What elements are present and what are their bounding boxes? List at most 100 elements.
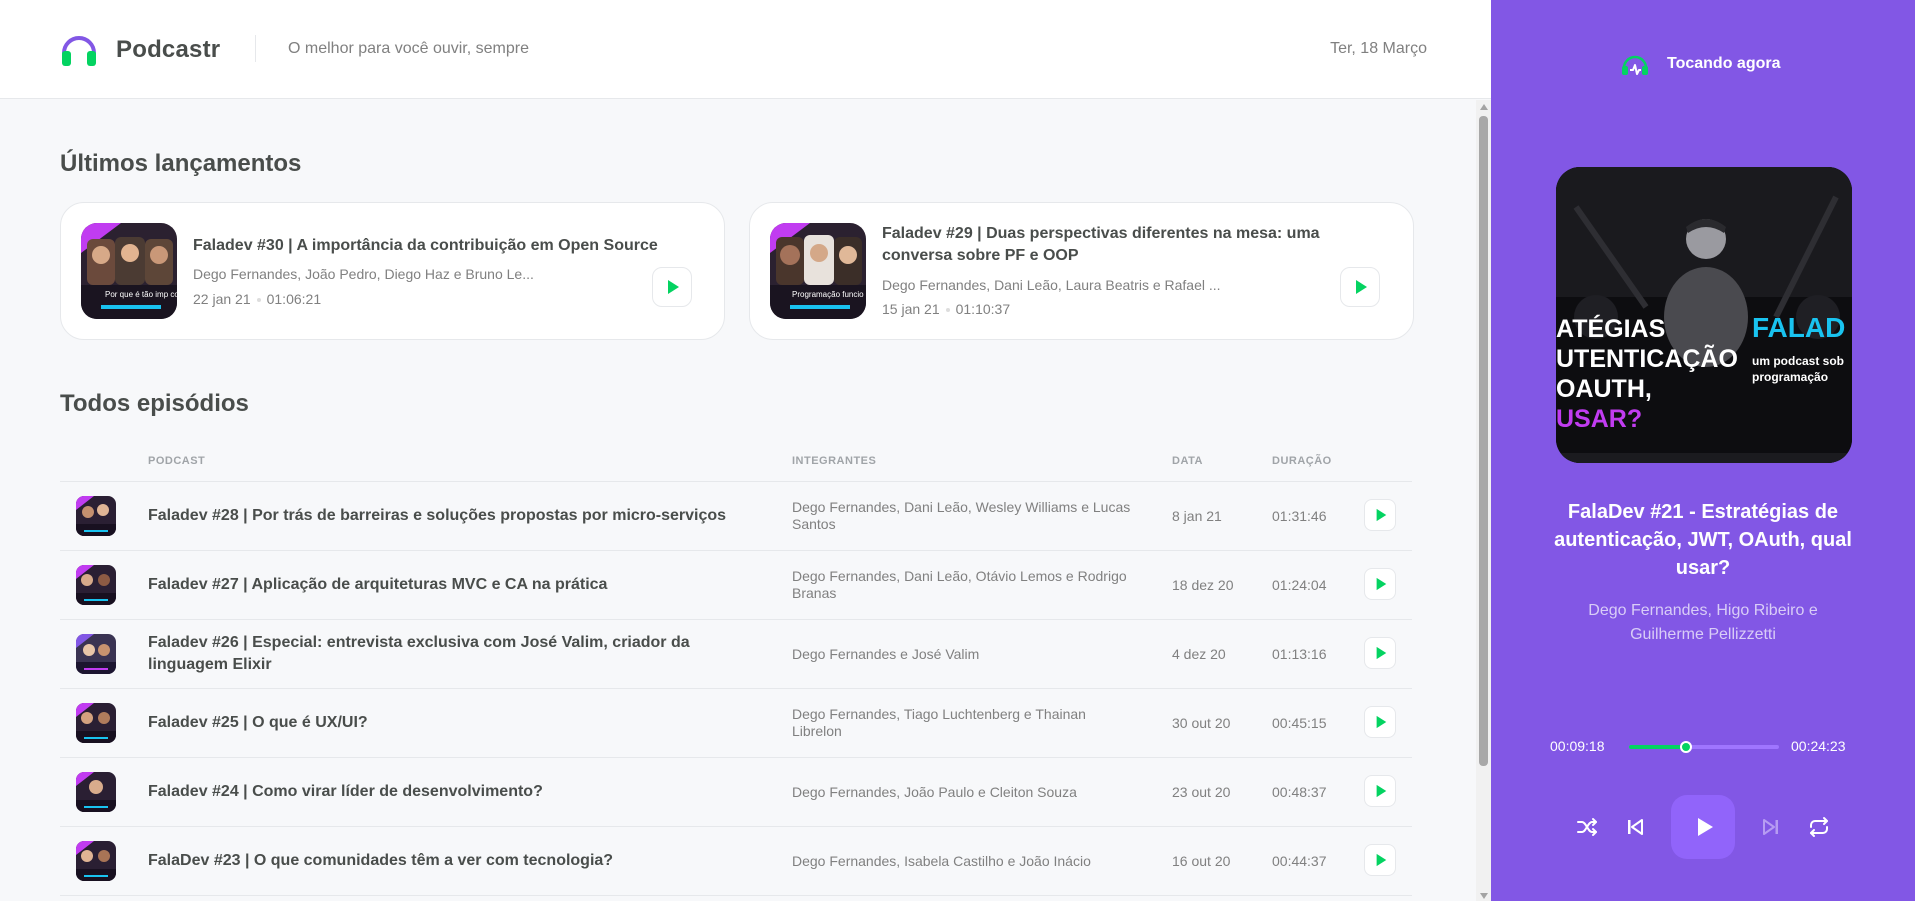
episode-members: Dego Fernandes, Tiago Luchtenberg e Thai… (792, 706, 1086, 739)
scroll-down-arrow-icon[interactable] (1480, 893, 1488, 899)
cover-subtitle-line-1: um podcast sob (1752, 354, 1844, 368)
latest-episode-card[interactable]: Programação funcio devs orientados a o F… (749, 202, 1414, 340)
next-button[interactable] (1755, 811, 1787, 843)
table-row[interactable]: Faladev #25 | O que é UX/UI? Dego Fernan… (60, 689, 1412, 758)
header-divider (255, 35, 256, 62)
episode-title[interactable]: FalaDev #23 | O que comunidades têm a ve… (148, 827, 768, 895)
shuffle-icon (1577, 818, 1597, 836)
latest-section-title: Últimos lançamentos (60, 150, 302, 177)
play-episode-button[interactable] (1364, 844, 1396, 876)
now-playing-title: FalaDev #21 - Estratégias de autenticaçã… (1554, 501, 1852, 579)
episode-thumbnail (76, 634, 116, 674)
thumbnail-caption: Programação funcio devs orientados a o (792, 290, 866, 299)
play-icon (1356, 280, 1367, 294)
episode-meta: 15 jan 21 01:10:37 (882, 301, 1010, 317)
episode-thumbnail: Programação funcio devs orientados a o (770, 223, 866, 319)
episode-thumbnail: Por que é tão imp contribuir em Open S (81, 223, 177, 319)
episode-members: Dego Fernandes, Isabela Castilho e João … (792, 852, 1091, 869)
now-playing-members: Dego Fernandes, Higo Ribeiro e Guilherme… (1588, 602, 1818, 643)
play-episode-button[interactable] (1340, 267, 1380, 307)
now-playing-cover: ATÉGIAS UTENTICAÇÃO OAUTH, USAR? FALAD u… (1556, 167, 1852, 463)
play-episode-button[interactable] (1364, 568, 1396, 600)
episode-date: 16 out 20 (1172, 853, 1231, 869)
progress-bar: 00:09:18 00:24:23 (1550, 738, 1849, 756)
episode-title[interactable]: Faladev #25 | O que é UX/UI? (148, 689, 768, 757)
episode-title[interactable]: Faladev #28 | Por trás de barreiras e so… (148, 482, 768, 550)
play-icon (1376, 577, 1387, 591)
cover-text-line-3: OAUTH, (1556, 375, 1652, 403)
episode-duration: 00:44:37 (1272, 853, 1327, 869)
headphones-icon (62, 36, 96, 66)
app-header: Podcastr O melhor para você ouvir, sempr… (0, 0, 1491, 99)
meta-separator (256, 298, 261, 303)
play-icon (1376, 784, 1387, 798)
play-icon (1698, 818, 1713, 836)
episode-members: Dego Fernandes, João Pedro, Diego Haz e … (193, 266, 534, 282)
current-time: 00:09:18 (1550, 738, 1605, 754)
current-date: Ter, 18 Março (1330, 40, 1427, 57)
table-row[interactable]: Faladev #26 | Especial: entrevista exclu… (60, 620, 1412, 689)
episode-duration: 00:45:15 (1272, 715, 1327, 731)
play-icon (668, 280, 679, 294)
episode-duration: 01:06:21 (266, 291, 322, 307)
episode-title[interactable]: Faladev #24 | Como virar líder de desenv… (148, 758, 768, 826)
progress-handle[interactable] (1680, 741, 1692, 753)
app-tagline: O melhor para você ouvir, sempre (288, 40, 529, 57)
progress-slider[interactable] (1629, 741, 1779, 753)
table-row[interactable]: Faladev #24 | Como virar líder de desenv… (60, 758, 1412, 827)
cover-brand-text: FALAD (1752, 312, 1845, 343)
episode-date: 22 jan 21 (193, 291, 251, 307)
play-episode-button[interactable] (1364, 499, 1396, 531)
episode-title[interactable]: Faladev #26 | Especial: entrevista exclu… (148, 620, 768, 688)
main-content: Podcastr O melhor para você ouvir, sempr… (0, 0, 1491, 901)
episode-duration: 01:13:16 (1272, 646, 1327, 662)
episode-date: 15 jan 21 (882, 301, 940, 317)
episode-title[interactable]: Faladev #30 | A importância da contribui… (193, 235, 703, 257)
cover-subtitle-line-2: programação (1752, 370, 1828, 384)
cover-text-line-2: UTENTICAÇÃO (1556, 343, 1738, 373)
player-controls (1571, 795, 1843, 859)
column-header-members: Integrantes (792, 455, 877, 467)
latest-episode-card[interactable]: Por que é tão imp contribuir em Open S F… (60, 202, 725, 340)
episode-date: 23 out 20 (1172, 784, 1231, 800)
repeat-button[interactable] (1803, 811, 1835, 843)
play-icon (1376, 715, 1387, 729)
previous-button[interactable] (1619, 811, 1651, 843)
play-episode-button[interactable] (1364, 775, 1396, 807)
scrollbar-thumb[interactable] (1479, 116, 1488, 766)
episode-members: Dego Fernandes, Dani Leão, Otávio Lemos … (792, 568, 1127, 601)
app-brand: Podcastr (116, 36, 221, 63)
episode-members: Dego Fernandes, João Paulo e Cleiton Sou… (792, 783, 1077, 800)
player-panel: Tocando agora ATÉGIAS UTENTICAÇÃO OAUTH,… (1491, 0, 1915, 901)
thumbnail-caption: Por que é tão imp contribuir em Open S (105, 290, 177, 299)
playing-now-icon (1622, 55, 1648, 75)
shuffle-button[interactable] (1571, 811, 1603, 843)
play-icon (1376, 508, 1387, 522)
table-row[interactable]: FalaDev #23 | O que comunidades têm a ve… (60, 827, 1412, 896)
episode-thumbnail (76, 772, 116, 812)
play-previous-icon (1628, 819, 1643, 835)
episode-duration: 01:31:46 (1272, 508, 1327, 524)
episode-members: Dego Fernandes, Dani Leão, Wesley Willia… (792, 499, 1131, 532)
episode-thumbnail (76, 841, 116, 881)
table-row[interactable]: Faladev #27 | Aplicação de arquiteturas … (60, 551, 1412, 620)
column-header-duration: Duração (1272, 455, 1332, 467)
scroll-up-arrow-icon[interactable] (1480, 104, 1488, 110)
player-header-label: Tocando agora (1667, 55, 1781, 72)
cover-text-line-1: ATÉGIAS (1556, 314, 1665, 343)
play-button[interactable] (1671, 795, 1735, 859)
episode-members: Dego Fernandes e José Valim (792, 645, 980, 662)
episode-title[interactable]: Faladev #29 | Duas perspectivas diferent… (882, 223, 1372, 267)
play-episode-button[interactable] (1364, 706, 1396, 738)
episode-members: Dego Fernandes, Dani Leão, Laura Beatris… (882, 277, 1221, 293)
play-episode-button[interactable] (652, 267, 692, 307)
cover-text-line-4: USAR? (1556, 405, 1642, 433)
episode-duration: 01:10:37 (955, 301, 1011, 317)
episode-thumbnail (76, 496, 116, 536)
progress-fill (1629, 745, 1686, 749)
episode-date: 30 out 20 (1172, 715, 1231, 731)
play-icon (1376, 646, 1387, 660)
play-episode-button[interactable] (1364, 637, 1396, 669)
table-row[interactable]: Faladev #28 | Por trás de barreiras e so… (60, 482, 1412, 551)
episode-title[interactable]: Faladev #27 | Aplicação de arquiteturas … (148, 551, 768, 619)
